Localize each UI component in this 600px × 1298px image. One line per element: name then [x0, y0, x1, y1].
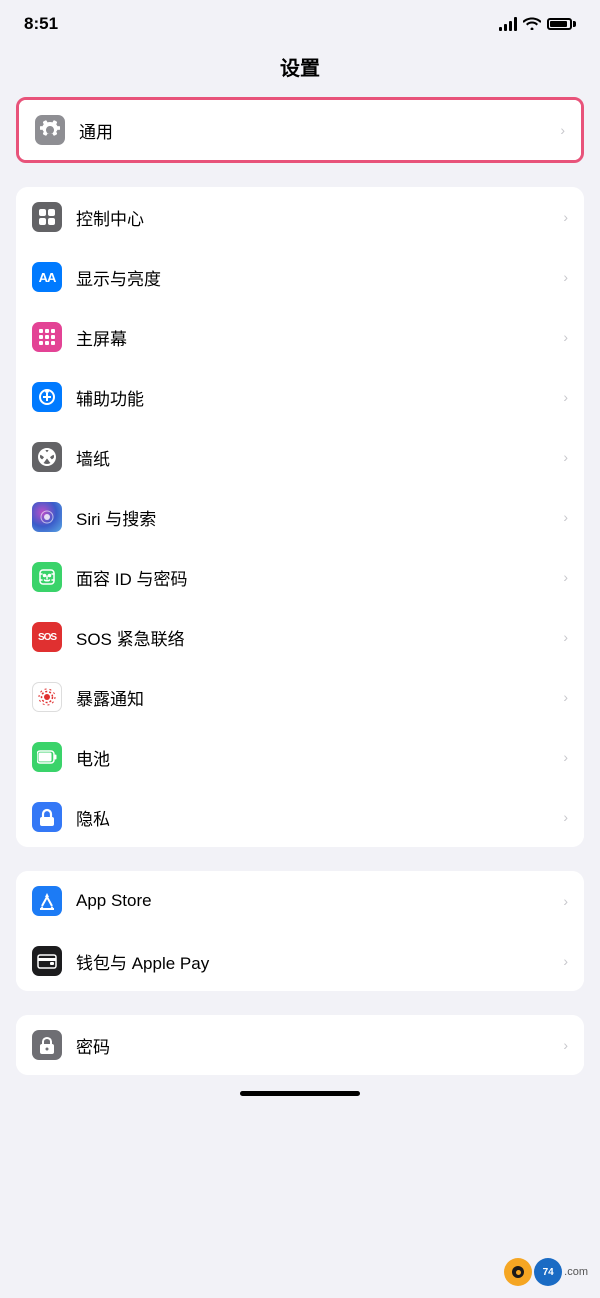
sos-icon: SOS [32, 622, 62, 652]
wallpaper-chevron: › [563, 449, 568, 465]
control-center-label: 控制中心 [76, 205, 555, 230]
page-title: 设置 [280, 58, 320, 80]
wallet-icon [32, 946, 62, 976]
general-chevron: › [560, 122, 565, 138]
settings-row-general[interactable]: 通用 › [19, 100, 581, 160]
settings-row-accessibility[interactable]: 辅助功能 › [16, 367, 584, 427]
sos-label: SOS 紧急联络 [76, 625, 555, 650]
settings-row-exposure[interactable]: 暴露通知 › [16, 667, 584, 727]
settings-row-wallpaper[interactable]: 墙纸 › [16, 427, 584, 487]
appstore-label: App Store [76, 891, 555, 911]
watermark: 74 .com [504, 1258, 588, 1286]
accessibility-chevron: › [563, 389, 568, 405]
home-bar [240, 1091, 360, 1096]
wallet-label: 钱包与 Apple Pay [76, 949, 555, 974]
settings-row-privacy[interactable]: 隐私 › [16, 787, 584, 847]
privacy-icon [32, 802, 62, 832]
home-screen-chevron: › [563, 329, 568, 345]
wallet-chevron: › [563, 953, 568, 969]
battery-icon [32, 742, 62, 772]
faceid-label: 面容 ID 与密码 [76, 565, 555, 590]
faceid-chevron: › [563, 569, 568, 585]
settings-row-faceid[interactable]: 面容 ID 与密码 › [16, 547, 584, 607]
appstore-chevron: › [563, 893, 568, 909]
password-icon [32, 1030, 62, 1060]
status-time: 8:51 [24, 14, 58, 34]
settings-row-display[interactable]: AA 显示与亮度 › [16, 247, 584, 307]
store-section: App Store › 钱包与 Apple Pay › [16, 871, 584, 991]
privacy-chevron: › [563, 809, 568, 825]
accessibility-label: 辅助功能 [76, 385, 555, 410]
general-label: 通用 [79, 118, 552, 143]
siri-icon [32, 502, 62, 532]
settings-row-sos[interactable]: SOS SOS 紧急联络 › [16, 607, 584, 667]
settings-row-passwords[interactable]: 密码 › [16, 1015, 584, 1075]
control-center-chevron: › [563, 209, 568, 225]
password-section: 密码 › [16, 1015, 584, 1075]
display-icon: AA [32, 262, 62, 292]
display-label: 显示与亮度 [76, 265, 555, 290]
settings-row-control-center[interactable]: 控制中心 › [16, 187, 584, 247]
home-screen-label: 主屏幕 [76, 325, 555, 350]
settings-row-siri[interactable]: Siri 与搜索 › [16, 487, 584, 547]
faceid-icon [32, 562, 62, 592]
passwords-label: 密码 [76, 1033, 555, 1058]
passwords-chevron: › [563, 1037, 568, 1053]
accessibility-icon [32, 382, 62, 412]
display-chevron: › [563, 269, 568, 285]
settings-row-wallet[interactable]: 钱包与 Apple Pay › [16, 931, 584, 991]
exposure-label: 暴露通知 [76, 685, 555, 710]
battery-status-icon [547, 18, 576, 30]
settings-row-battery[interactable]: 电池 › [16, 727, 584, 787]
privacy-label: 隐私 [76, 805, 555, 830]
page-title-bar: 设置 [0, 42, 600, 97]
settings-row-appstore[interactable]: App Store › [16, 871, 584, 931]
display-section: 控制中心 › AA 显示与亮度 › 主屏幕 › [16, 187, 584, 847]
appstore-icon [32, 886, 62, 916]
battery-label: 电池 [76, 745, 555, 770]
siri-chevron: › [563, 509, 568, 525]
exposure-icon [32, 682, 62, 712]
status-icons [499, 16, 576, 33]
home-indicator [0, 1083, 600, 1100]
sos-chevron: › [563, 629, 568, 645]
siri-label: Siri 与搜索 [76, 505, 555, 530]
wifi-icon [523, 16, 541, 33]
status-bar: 8:51 [0, 0, 600, 42]
general-icon [35, 115, 65, 145]
settings-row-home-screen[interactable]: 主屏幕 › [16, 307, 584, 367]
wallpaper-icon [32, 442, 62, 472]
signal-icon [499, 17, 517, 31]
home-screen-icon [32, 322, 62, 352]
control-center-icon [32, 202, 62, 232]
wallpaper-label: 墙纸 [76, 445, 555, 470]
exposure-chevron: › [563, 689, 568, 705]
battery-chevron: › [563, 749, 568, 765]
general-section: 通用 › [16, 97, 584, 163]
